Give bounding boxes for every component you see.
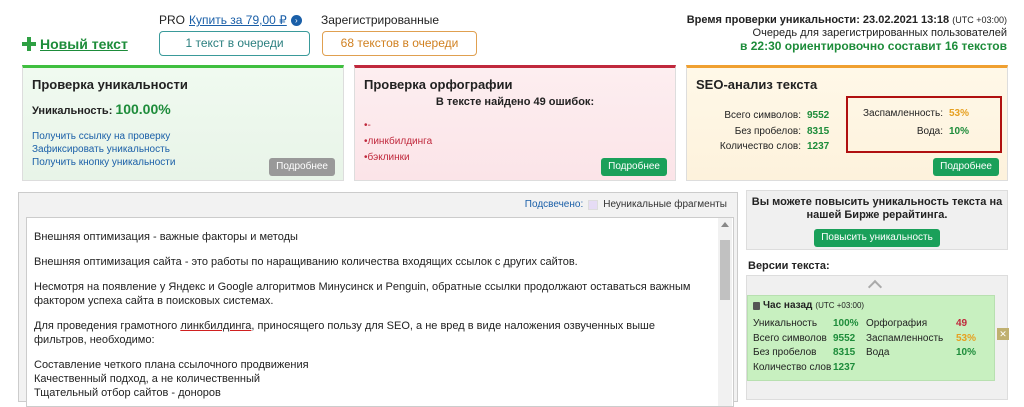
text-panel: Подсвечено: Неуникальные фрагменты Внешн… <box>18 192 738 407</box>
ver-words-label: Количество слов <box>753 361 832 373</box>
seo-more-button[interactable]: Подробнее <box>933 158 999 176</box>
seo-stats: Всего символов: 9552 Без пробелов: 8315 Ко… <box>695 108 835 155</box>
ver-nospace-value: 8315 <box>833 347 856 358</box>
spam-value: 53% <box>949 108 970 119</box>
highlight-legend: Подсвечено: Неуникальные фрагменты <box>525 199 727 210</box>
seo-row: Всего символов: 9552 <box>695 108 835 124</box>
spelling-error-word[interactable]: линкбилдинга <box>180 320 251 332</box>
ver-spam-label: Заспамленность <box>866 332 944 344</box>
seo-nospace-value: 8315 <box>807 125 830 137</box>
queue-info-line2: в 22:30 ориентировочно составит 16 текст… <box>740 39 1007 53</box>
text-paragraph: Внешняя оптимизация - важные факторы и м… <box>34 231 298 243</box>
spelling-card: Проверка орфографии В тексте найдено 49 … <box>354 65 676 181</box>
text-line: Составление четкого плана ссылочного про… <box>34 359 309 371</box>
versions-panel: Час назад (UTC +03:00) Уникальность 100% О… <box>746 275 1009 400</box>
text-line: Качественный подход, а не количественный <box>34 373 261 385</box>
text-paragraph: Внешняя оптимизация сайта - это работы п… <box>34 256 578 268</box>
version-time: Час назад <box>763 300 813 311</box>
highlight-label: Подсвечено: <box>524 199 584 210</box>
get-check-link[interactable]: Получить ссылку на проверку <box>32 130 334 143</box>
seo-words-label: Количество слов: <box>719 141 801 152</box>
seo-words-value: 1237 <box>807 141 830 152</box>
registered-queue-badge: 68 текстов в очереди <box>322 31 477 56</box>
registered-label: Зарегистрированные <box>321 13 440 27</box>
increase-uniqueness-button[interactable]: Повысить уникальность <box>814 229 940 247</box>
seo-spam-box: Заспамленность: 53% Вода: 10% <box>846 96 1002 153</box>
promo-box: Вы можете повысить уникальность текста н… <box>746 190 1008 250</box>
ver-water-value: 10% <box>956 347 977 358</box>
lock-icon <box>753 301 760 310</box>
spam-label: Заспамленность: <box>862 108 943 119</box>
water-value: 10% <box>949 126 970 137</box>
ver-words-value: 1237 <box>833 361 856 373</box>
check-info: Время проверки уникальности: 23.02.2021 … <box>677 14 1007 53</box>
fix-uniqueness-link[interactable]: Зафиксировать уникальность <box>32 143 334 156</box>
ver-chars-label: Всего символов <box>753 332 827 344</box>
pro-queue-badge: 1 текст в очереди <box>159 31 310 56</box>
ver-spell-label: Орфография <box>866 318 928 329</box>
chevron-up-icon[interactable] <box>867 279 883 295</box>
new-text-link[interactable]: Новый текст <box>22 36 128 52</box>
pro-buy-link[interactable]: Купить за 79,00 ₽ <box>189 13 287 27</box>
ver-spell-value: 49 <box>956 318 968 329</box>
uniqueness-label: Уникальность: <box>32 105 113 117</box>
text-paragraph: Для проведения грамотного линкбилдинга, … <box>34 319 709 347</box>
plus-icon <box>22 37 36 51</box>
seo-title: SEO-анализ текста <box>696 77 818 92</box>
versions-label: Версии текста: <box>748 260 830 272</box>
text-content[interactable]: Внешняя оптимизация - важные факторы и м… <box>26 217 734 407</box>
seo-chars-value: 9552 <box>807 110 830 121</box>
text-line: Тщательный отбор сайтов - доноров <box>34 387 221 399</box>
ver-uniq-label: Уникальность <box>753 318 818 329</box>
spelling-error-item[interactable]: линкбилдинга <box>364 134 666 150</box>
water-label: Вода: <box>916 126 943 137</box>
seo-row: Без пробелов: 8315 <box>695 124 835 140</box>
delete-version-icon[interactable]: ✕ <box>997 328 1009 340</box>
promo-text: Вы можете повысить уникальность текста н… <box>751 196 1003 221</box>
seo-card: SEO-анализ текста Всего символов: 9552 Бе… <box>686 65 1008 181</box>
ver-spam-value: 53% <box>956 332 977 344</box>
spelling-found: В тексте найдено 49 ошибок: <box>435 96 595 108</box>
arrow-right-icon[interactable]: › <box>290 14 302 26</box>
scroll-up-icon[interactable] <box>721 222 729 227</box>
ver-chars-value: 9552 <box>833 332 856 344</box>
scroll-thumb[interactable] <box>720 240 730 300</box>
check-time-tz: (UTC +03:00) <box>952 15 1007 25</box>
version-item[interactable]: Час назад (UTC +03:00) Уникальность 100% О… <box>747 295 995 381</box>
version-tz: (UTC +03:00) <box>815 301 865 310</box>
uniqueness-card: Проверка уникальности Уникальность: 100.… <box>22 65 344 181</box>
uniqueness-row: Уникальность: 100.00% <box>23 92 343 117</box>
new-text-label: Новый текст <box>40 36 128 52</box>
pro-label: PRO <box>159 13 186 27</box>
seo-chars-label: Всего символов: <box>724 110 801 121</box>
text-paragraph: Несмотря на появление у Яндекс и Google … <box>34 281 691 307</box>
text-scrollbar[interactable] <box>718 218 732 406</box>
uniqueness-value: 100.00% <box>115 101 171 117</box>
text-fragment: Для проведения грамотного <box>34 320 181 332</box>
spelling-title: Проверка орфографии <box>364 77 513 92</box>
ver-uniq-value: 100% <box>833 318 859 329</box>
uniqueness-title: Проверка уникальности <box>32 77 188 92</box>
spelling-more-button[interactable]: Подробнее <box>601 158 667 176</box>
seo-row: Количество слов: 1237 <box>695 139 835 155</box>
spelling-error-item[interactable]: - <box>364 118 666 134</box>
pro-line: PRO Купить за 79,00 ₽ › <box>159 13 302 27</box>
highlight-swatch <box>588 199 599 210</box>
ver-nospace-label: Без пробелов <box>753 347 817 358</box>
uniqueness-more-button[interactable]: Подробнее <box>269 158 335 176</box>
check-time: Время проверки уникальности: 23.02.2021 … <box>686 14 950 26</box>
highlight-legend-text: Неуникальные фрагменты <box>603 199 727 210</box>
seo-nospace-label: Без пробелов: <box>734 125 801 137</box>
ver-water-label: Вода <box>866 347 890 358</box>
